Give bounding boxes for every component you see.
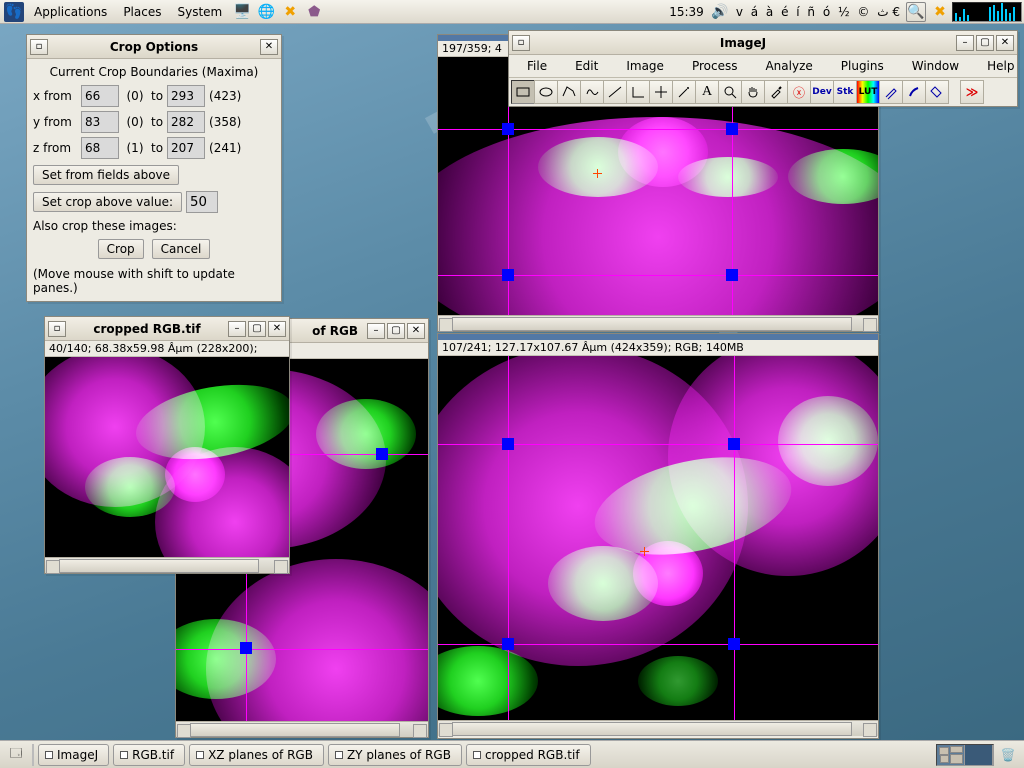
wand-tool-icon[interactable] [672,80,696,104]
menu-plugins[interactable]: Plugins [827,57,898,75]
browser-launcher-icon[interactable]: 🌐 [256,2,276,22]
menu-file[interactable]: File [513,57,561,75]
zy-info: 107/241; 127.17x107.67 Âµm (424x359); RG… [438,340,878,356]
char-palette[interactable]: v á à é í ñ ó ½ © ث € [732,5,904,19]
brush-tool-icon[interactable] [902,80,926,104]
x-launcher-icon[interactable]: ✖ [280,2,300,22]
set-from-fields-button[interactable]: Set from fields above [33,165,179,185]
cropped-title: cropped RGB.tif [67,322,227,336]
x-tray-icon[interactable]: ✖ [930,2,950,22]
applications-menu[interactable]: Applications [26,0,115,24]
freehand-tool-icon[interactable] [580,80,604,104]
volume-icon[interactable]: 🔊 [710,2,730,22]
bottom-panel: 🗔 ImageJ RGB.tif XZ planes of RGB ZY pla… [0,740,1024,768]
maximize-icon[interactable]: ▢ [248,321,266,337]
maximize-icon[interactable]: ▢ [387,323,405,339]
hscrollbar[interactable] [438,720,878,736]
text-tool-icon[interactable]: A [695,80,719,104]
task-zy[interactable]: ZY planes of RGB [328,744,462,766]
menu-window[interactable]: Window [898,57,973,75]
menu-analyze[interactable]: Analyze [751,57,826,75]
zoom-tool-icon[interactable] [718,80,742,104]
minimize-icon[interactable]: – [228,321,246,337]
crop-options-dialog: ▫ Crop Options ✕ Current Crop Boundaries… [26,34,282,302]
system-menu[interactable]: System [169,0,230,24]
dropper-tool-icon[interactable] [764,80,788,104]
task-rgb[interactable]: RGB.tif [113,744,185,766]
set-above-value-button[interactable]: Set crop above value: [33,192,182,212]
system-monitor[interactable] [952,2,1022,22]
hscrollbar[interactable] [176,721,428,737]
also-crop-label: Also crop these images: [33,219,275,233]
hscrollbar[interactable] [438,315,878,331]
flood-tool-icon[interactable] [925,80,949,104]
x-to-input[interactable] [167,85,205,107]
hand-tool-icon[interactable] [741,80,765,104]
oval-tool-icon[interactable] [534,80,558,104]
workspace-pager[interactable] [936,744,994,766]
crop-heading: Current Crop Boundaries (Maxima) [33,65,275,79]
gnome-foot-icon[interactable]: 👣 [4,2,24,22]
crop-hint: (Move mouse with shift to update panes.) [33,267,275,295]
dev-tool-icon[interactable]: Dev [810,80,834,104]
z-from-input[interactable] [81,137,119,159]
imagej-title: ImageJ [531,36,955,50]
top-panel: 👣 Applications Places System 🖥️ 🌐 ✖ ⬟ 15… [0,0,1024,24]
close-icon[interactable]: ✕ [268,321,286,337]
zy-planes-window: 107/241; 127.17x107.67 Âµm (424x359); RG… [437,333,879,739]
close-icon[interactable]: ✕ [407,323,425,339]
trash-icon[interactable]: 🗑️ [997,744,1019,766]
action-tool-icon[interactable]: ⓧ [787,80,811,104]
task-xz[interactable]: XZ planes of RGB [189,744,324,766]
crop-row-x: x from (0) to (423) [33,85,275,107]
menu-image[interactable]: Image [612,57,678,75]
places-menu[interactable]: Places [115,0,169,24]
imagej-toolbar: A ⓧ Dev Stk LUT ≫ [509,78,1017,106]
z-to-input[interactable] [167,137,205,159]
stk-tool-icon[interactable]: Stk [833,80,857,104]
rect-tool-icon[interactable] [511,80,535,104]
imagej-menubar: File Edit Image Process Analyze Plugins … [509,55,1017,78]
minimize-icon[interactable]: – [956,35,974,51]
imagej-window: ▫ ImageJ – ▢ ✕ File Edit Image Process A… [508,30,1018,107]
line-tool-icon[interactable] [603,80,627,104]
crop-options-title: Crop Options [49,40,259,54]
terminal-launcher-icon[interactable]: 🖥️ [232,2,252,22]
close-icon[interactable]: ✕ [260,39,278,55]
menu-process[interactable]: Process [678,57,752,75]
task-imagej[interactable]: ImageJ [38,744,109,766]
above-value-input[interactable] [186,191,218,213]
show-desktop-icon[interactable]: 🗔 [5,744,27,766]
clock-label[interactable]: 15:39 [665,5,708,19]
maximize-icon[interactable]: ▢ [976,35,994,51]
menu-edit[interactable]: Edit [561,57,612,75]
crop-button[interactable]: Crop [98,239,144,259]
y-from-input[interactable] [81,111,119,133]
switch-tool-icon[interactable]: ≫ [960,80,984,104]
close-icon[interactable]: ✕ [996,35,1014,51]
menu-help[interactable]: Help [973,57,1024,75]
point-tool-icon[interactable] [649,80,673,104]
hscrollbar[interactable] [45,557,289,573]
cancel-button[interactable]: Cancel [152,239,211,259]
polygon-tool-icon[interactable] [557,80,581,104]
cropped-rgb-window: ▫ cropped RGB.tif – ▢ ✕ 40/140; 68.38x59… [44,316,290,574]
x-from-input[interactable] [81,85,119,107]
cropped-info: 40/140; 68.38x59.98 Âµm (228x200); [45,341,289,357]
crop-row-y: y from (0) to (358) [33,111,275,133]
window-menu-icon[interactable]: ▫ [48,321,66,337]
y-to-input[interactable] [167,111,205,133]
angle-tool-icon[interactable] [626,80,650,104]
window-menu-icon[interactable]: ▫ [512,35,530,51]
crop-row-z: z from (1) to (241) [33,137,275,159]
lut-tool-icon[interactable]: LUT [856,80,880,104]
of-rgb-title: of RGB [304,324,366,338]
purple-launcher-icon[interactable]: ⬟ [304,2,324,22]
search-tray-icon[interactable]: 🔍 [906,2,926,22]
minimize-icon[interactable]: – [367,323,385,339]
pencil-tool-icon[interactable] [879,80,903,104]
window-menu-icon[interactable]: ▫ [30,39,48,55]
task-cropped[interactable]: cropped RGB.tif [466,744,591,766]
